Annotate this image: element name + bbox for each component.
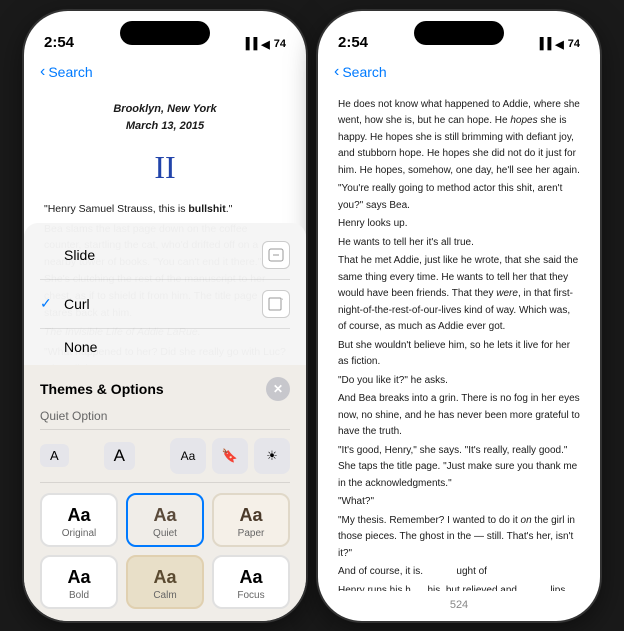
theme-sample-focus: Aa xyxy=(239,567,262,588)
battery-icon-right: 74 xyxy=(568,38,580,50)
signal-icon-right: ▐▐ xyxy=(536,38,552,50)
font-size-small[interactable]: A xyxy=(40,444,69,467)
status-icons-left: ▐▐ ◀ 74 xyxy=(242,38,286,51)
brightness-icon[interactable]: ☀ xyxy=(254,438,290,474)
right-para-5: That he met Addie, just like he wrote, t… xyxy=(338,253,580,336)
right-para-6: But she wouldn't believe him, so he lets… xyxy=(338,338,580,371)
book-content-right: He does not know what happened to Addie,… xyxy=(318,89,600,591)
right-para-10: "What?" xyxy=(338,494,580,511)
para-1: "Henry Samuel Strauss, this is bullshit.… xyxy=(44,201,286,218)
nav-bar-left: ‹ Search xyxy=(24,55,306,89)
font-size-large[interactable]: A xyxy=(104,442,135,470)
phones-container: 2:54 ▐▐ ◀ 74 ‹ Search Brooklyn, New York… xyxy=(24,11,600,621)
themes-subtitle: Quiet Option xyxy=(40,409,290,430)
back-button-right[interactable]: ‹ Search xyxy=(334,63,387,81)
close-themes-button[interactable]: ✕ xyxy=(266,377,290,401)
back-button-left[interactable]: ‹ Search xyxy=(40,63,93,81)
themes-header: Themes & Options ✕ xyxy=(40,373,290,409)
theme-sample-calm: Aa xyxy=(153,567,176,588)
curl-label: Curl xyxy=(64,296,90,312)
status-time-left: 2:54 xyxy=(44,34,74,51)
theme-label-original: Original xyxy=(62,528,96,539)
status-icons-right: ▐▐ ◀ 74 xyxy=(536,38,580,51)
theme-label-paper: Paper xyxy=(238,528,265,539)
wifi-icon: ◀ xyxy=(261,38,269,51)
page-number: 524 xyxy=(450,599,468,611)
right-para-9: "It's good, Henry," she says. "It's real… xyxy=(338,443,580,493)
battery-icon: 74 xyxy=(274,38,286,50)
left-phone: 2:54 ▐▐ ◀ 74 ‹ Search Brooklyn, New York… xyxy=(24,11,306,621)
check-curl: ✓ xyxy=(40,295,56,312)
overlay-panel: Slide ✓ Curl xyxy=(24,223,306,621)
right-para-7: "Do you like it?" he asks. xyxy=(338,373,580,390)
back-arrow-icon: ‹ xyxy=(40,63,45,81)
font-controls-row: A A Aa 🔖 ☀ xyxy=(40,430,290,483)
back-label-right: Search xyxy=(342,64,386,80)
back-label-left: Search xyxy=(48,64,92,80)
themes-panel: Themes & Options ✕ Quiet Option A A Aa 🔖… xyxy=(24,365,306,621)
themes-title: Themes & Options xyxy=(40,381,164,397)
theme-sample-original: Aa xyxy=(67,505,90,526)
slide-icon xyxy=(262,241,290,269)
right-para-8: And Bea breaks into a grin. There is no … xyxy=(338,391,580,441)
back-arrow-icon-right: ‹ xyxy=(334,63,339,81)
theme-label-focus: Focus xyxy=(237,590,264,601)
dynamic-island xyxy=(120,21,210,45)
right-para-12: And of course, it is. ught of xyxy=(338,564,580,581)
book-location: Brooklyn, New YorkMarch 13, 2015 xyxy=(44,101,286,136)
signal-icon: ▐▐ xyxy=(242,38,258,50)
chapter-number: II xyxy=(44,142,286,193)
nav-bar-right: ‹ Search xyxy=(318,55,600,89)
right-para-3: Henry looks up. xyxy=(338,216,580,233)
bookmark-icon[interactable]: 🔖 xyxy=(212,438,248,474)
theme-label-calm: Calm xyxy=(153,590,176,601)
curl-icon xyxy=(262,290,290,318)
theme-label-quiet: Quiet xyxy=(153,528,177,539)
slide-menu: Slide ✓ Curl xyxy=(24,223,306,365)
theme-card-bold[interactable]: Aa Bold xyxy=(40,555,118,609)
theme-card-quiet[interactable]: Aa Quiet xyxy=(126,493,204,547)
right-phone: 2:54 ▐▐ ◀ 74 ‹ Search He does not know w… xyxy=(318,11,600,621)
theme-sample-paper: Aa xyxy=(239,505,262,526)
dynamic-island-right xyxy=(414,21,504,45)
theme-label-bold: Bold xyxy=(69,590,89,601)
status-time-right: 2:54 xyxy=(338,34,368,51)
right-para-2: "You're really going to method actor thi… xyxy=(338,181,580,214)
font-settings-icon[interactable]: Aa xyxy=(170,438,206,474)
slide-option-none[interactable]: None xyxy=(40,329,290,365)
theme-card-focus[interactable]: Aa Focus xyxy=(212,555,290,609)
theme-card-paper[interactable]: Aa Paper xyxy=(212,493,290,547)
theme-card-original[interactable]: Aa Original xyxy=(40,493,118,547)
slide-label: Slide xyxy=(64,247,95,263)
none-label: None xyxy=(64,339,97,355)
theme-sample-bold: Aa xyxy=(67,567,90,588)
slide-option-curl[interactable]: ✓ Curl xyxy=(40,280,290,329)
right-para-4: He wants to tell her it's all true. xyxy=(338,235,580,252)
theme-card-calm[interactable]: Aa Calm xyxy=(126,555,204,609)
font-icon-group: Aa 🔖 ☀ xyxy=(170,438,290,474)
wifi-icon-right: ◀ xyxy=(555,38,563,51)
themes-grid: Aa Original Aa Quiet Aa Paper xyxy=(40,483,290,621)
curl-svg xyxy=(268,297,284,311)
right-para-11: "My thesis. Remember? I wanted to do it … xyxy=(338,513,580,563)
slide-svg xyxy=(268,248,284,262)
right-para-13: Henry runs his h his, but relieved and l… xyxy=(338,583,580,591)
right-para-1: He does not know what happened to Addie,… xyxy=(338,97,580,180)
slide-option-slide[interactable]: Slide xyxy=(40,231,290,280)
theme-sample-quiet: Aa xyxy=(153,505,176,526)
